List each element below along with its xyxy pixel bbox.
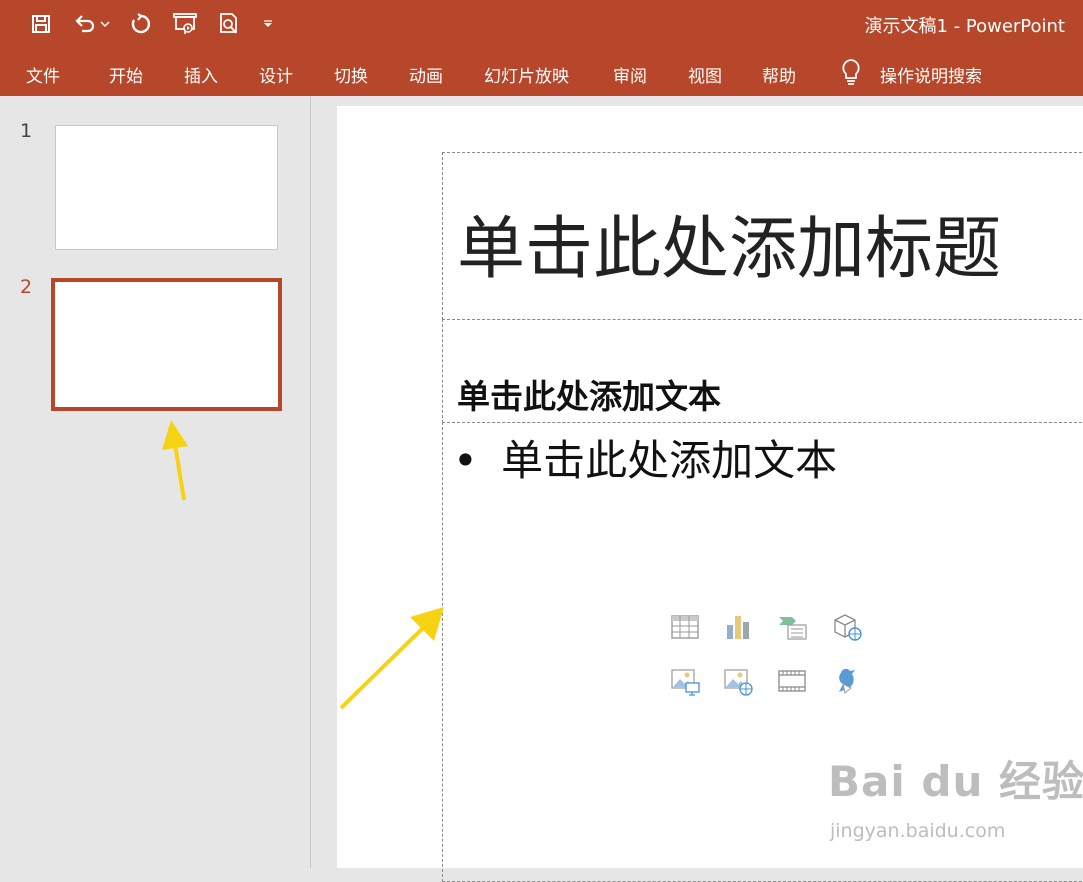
customize-qat-icon[interactable] — [258, 10, 278, 38]
insert-smartart-icon[interactable] — [776, 611, 808, 643]
tell-me-search[interactable]: 操作说明搜索 — [880, 62, 982, 87]
slide-number-2: 2 — [20, 276, 33, 298]
bullet-placeholder-line: • 单击此处添加文本 — [453, 427, 837, 488]
tab-transitions[interactable]: 切换 — [334, 62, 368, 87]
heading-placeholder-text: 单击此处添加文本 — [457, 377, 721, 416]
bullet-placeholder-text: 单击此处添加文本 — [501, 436, 838, 485]
content-placeholder[interactable]: • 单击此处添加文本 — [442, 422, 1083, 882]
title-placeholder[interactable]: 单击此处添加标题 — [442, 152, 1083, 320]
insert-video-icon[interactable] — [776, 665, 808, 697]
insert-online-picture-icon[interactable] — [722, 665, 754, 697]
tab-view[interactable]: 视图 — [688, 62, 722, 87]
undo-icon[interactable] — [72, 10, 98, 38]
tab-home[interactable]: 开始 — [109, 62, 143, 87]
slide-thumbnail-2[interactable] — [51, 278, 282, 411]
ribbon-tabs: 文件 开始 插入 设计 切换 动画 幻灯片放映 审阅 视图 帮助 操作说明搜索 — [0, 48, 1083, 96]
insert-3d-model-icon[interactable] — [831, 611, 863, 643]
slide-thumbnail-pane: 1 2 — [0, 96, 311, 868]
save-icon[interactable] — [28, 10, 54, 38]
insert-icons-icon[interactable] — [831, 665, 863, 697]
redo-icon[interactable] — [128, 10, 154, 38]
slide-thumbnail-1[interactable] — [55, 125, 278, 250]
window-title: 演示文稿1 - PowerPoint — [864, 16, 1065, 37]
insert-picture-icon[interactable] — [669, 665, 701, 697]
title-bar: 演示文稿1 - PowerPoint — [0, 0, 1083, 48]
tab-help[interactable]: 帮助 — [762, 62, 796, 87]
bullet-marker: • — [453, 436, 478, 485]
annotation-arrow-icon — [339, 607, 444, 710]
tab-review[interactable]: 审阅 — [613, 62, 647, 87]
present-from-beginning-icon[interactable] — [172, 10, 198, 38]
watermark-main-text: Bai du 经验 — [828, 757, 1083, 806]
watermark-url-text: jingyan.baidu.com — [830, 820, 1006, 842]
print-preview-icon[interactable] — [216, 10, 242, 38]
tab-insert[interactable]: 插入 — [184, 62, 218, 87]
dropdown-arrow-icon[interactable] — [98, 10, 112, 38]
insert-table-icon[interactable] — [669, 611, 701, 643]
baidu-watermark: Bai du 经验 jingyan.baidu.com — [828, 748, 1083, 842]
lightbulb-icon[interactable] — [840, 58, 862, 90]
tab-slideshow[interactable]: 幻灯片放映 — [484, 62, 569, 87]
slide-number-1: 1 — [20, 120, 33, 142]
tab-design[interactable]: 设计 — [259, 62, 293, 87]
insert-chart-icon[interactable] — [722, 611, 754, 643]
title-placeholder-text: 单击此处添加标题 — [457, 210, 1002, 289]
tab-file[interactable]: 文件 — [26, 62, 60, 87]
annotation-arrow-icon — [162, 420, 188, 501]
heading-placeholder[interactable]: 单击此处添加文本 — [442, 319, 1083, 423]
tab-animations[interactable]: 动画 — [409, 62, 443, 87]
